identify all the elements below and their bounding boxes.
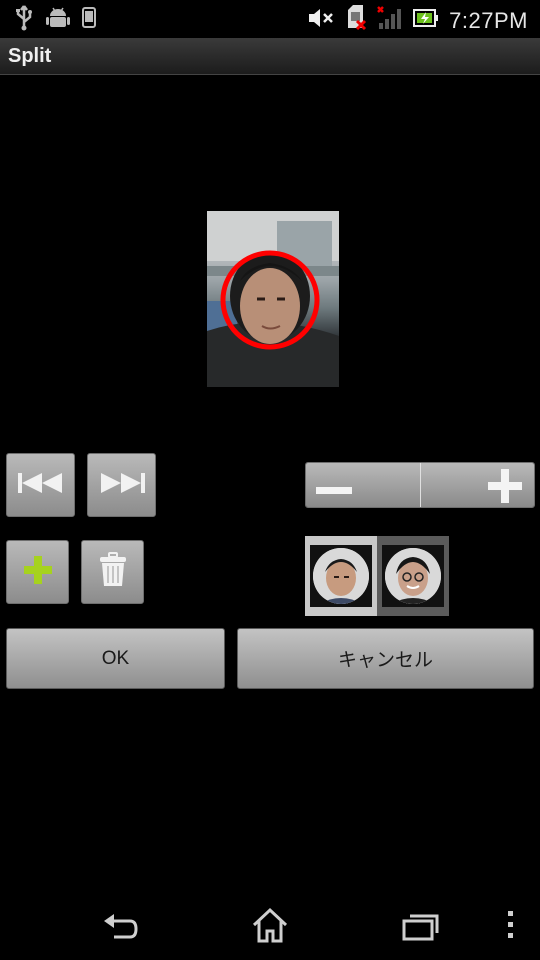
cancel-button-label: キャンセル <box>337 650 433 671</box>
clock: 7:27PM <box>449 7 528 33</box>
recent-apps-icon[interactable] <box>400 905 440 950</box>
ok-button[interactable]: OK <box>6 628 225 689</box>
minus-icon <box>316 482 352 500</box>
zoom-control <box>305 462 535 508</box>
cancel-button[interactable]: キャンセル <box>237 628 534 689</box>
plus-icon <box>23 555 52 589</box>
plus-icon <box>488 469 522 507</box>
signal-icon <box>377 5 403 36</box>
previous-button[interactable] <box>6 453 75 517</box>
face-thumbnail[interactable] <box>305 536 377 616</box>
page-title: Split <box>8 45 52 67</box>
face-avatar <box>385 548 441 604</box>
title-bar: Split <box>0 38 540 75</box>
navigation-bar <box>0 890 540 960</box>
phone-icon <box>82 7 96 34</box>
delete-face-button[interactable] <box>81 540 144 604</box>
android-debug-icon <box>46 6 70 35</box>
ok-button-label: OK <box>101 647 130 669</box>
mute-icon <box>307 6 335 35</box>
next-button[interactable] <box>87 453 156 517</box>
zoom-out-button[interactable] <box>306 463 420 507</box>
status-bar: 7:27PM <box>0 0 540 38</box>
zoom-in-button[interactable] <box>419 463 534 507</box>
face-thumbnail-list <box>305 536 450 616</box>
battery-charging-icon <box>413 8 439 33</box>
home-icon[interactable] <box>250 905 290 950</box>
add-face-button[interactable] <box>6 540 69 604</box>
trash-icon <box>99 551 127 593</box>
no-sim-icon <box>345 4 367 37</box>
photo-preview[interactable] <box>207 211 339 387</box>
back-icon[interactable] <box>100 905 140 950</box>
face-marker-circle[interactable] <box>207 211 339 387</box>
skip-previous-icon <box>16 471 66 500</box>
face-thumbnail[interactable] <box>377 536 449 616</box>
usb-icon <box>14 5 34 36</box>
face-avatar <box>313 548 369 604</box>
menu-icon[interactable] <box>500 905 520 950</box>
skip-next-icon <box>97 471 147 500</box>
